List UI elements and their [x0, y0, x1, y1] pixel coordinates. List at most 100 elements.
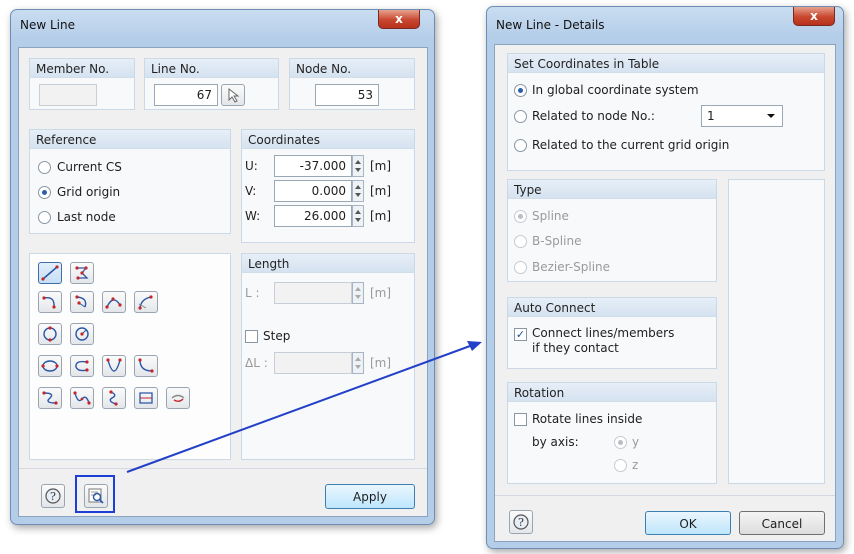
arc-center-button[interactable]	[70, 291, 94, 313]
details-footer-divider	[495, 495, 835, 496]
coord-u-field[interactable]: -37.000	[274, 155, 352, 177]
radio-axis-y-label: y	[632, 435, 640, 449]
coord-w-field[interactable]: 26.000	[274, 205, 352, 227]
delta-l-field[interactable]	[274, 352, 352, 374]
cut-line-button[interactable]	[166, 387, 190, 409]
close-button[interactable]: x	[378, 10, 420, 29]
coord-u-label: U:	[245, 159, 258, 173]
rotate-lines-checkbox[interactable]	[514, 413, 527, 426]
details-dialog: New Line - Details x Set Coordinates in …	[486, 6, 844, 549]
elliptical-arc-icon	[75, 360, 89, 372]
nurbs-icon	[109, 390, 118, 406]
arc-tangent-button[interactable]	[134, 291, 158, 313]
connect-lines-label-1: Connect lines/members	[532, 326, 675, 340]
coord-u-spinner[interactable]	[352, 155, 364, 177]
radio-spline[interactable]	[514, 210, 527, 223]
help-icon: ?	[45, 488, 61, 504]
type-group: Type Spline B-Spline Bezier-Spline	[507, 179, 717, 282]
radio-b-spline[interactable]	[514, 235, 527, 248]
coordinates-group: Coordinates U: -37.000 [m] V: 0.000 [m] …	[241, 129, 415, 243]
radio-current-cs[interactable]	[38, 161, 51, 174]
preview-panel	[728, 179, 825, 484]
line-no-field[interactable]: 67	[154, 84, 218, 106]
footer-divider	[19, 468, 427, 469]
nurbs-button[interactable]	[102, 387, 126, 409]
reference-group: Reference Current CS Grid origin Last no…	[29, 129, 231, 234]
cancel-button[interactable]: Cancel	[739, 511, 825, 535]
chevron-down-icon	[767, 114, 775, 118]
radio-current-cs-label: Current CS	[57, 160, 122, 174]
new-line-dialog: New Line x Member No. Line No. 67 Node N…	[10, 9, 435, 525]
circle-icon	[43, 326, 57, 342]
node-no-dropdown[interactable]: 1	[701, 105, 783, 127]
member-no-field[interactable]	[39, 84, 97, 106]
set-coordinates-label: Set Coordinates in Table	[508, 54, 824, 73]
radio-axis-y[interactable]	[614, 436, 627, 449]
circle-button[interactable]	[38, 323, 62, 345]
polygon-button[interactable]	[70, 262, 94, 284]
radio-last-node[interactable]	[38, 211, 51, 224]
dialog-client-area: Member No. Line No. 67 Node No. 53 Refer…	[18, 47, 428, 517]
delta-l-spinner[interactable]	[352, 352, 364, 374]
elliptical-arc-button[interactable]	[70, 355, 94, 377]
radio-grid-origin-current-label: Related to the current grid origin	[532, 138, 730, 152]
node-no-group: Node No. 53	[289, 58, 415, 110]
parabola-button[interactable]	[102, 355, 126, 377]
arc-three-point-button[interactable]	[102, 291, 126, 313]
dialog-title: New Line	[20, 18, 75, 32]
radio-axis-z[interactable]	[614, 459, 627, 472]
step-checkbox[interactable]	[245, 330, 258, 343]
ellipse-button[interactable]	[38, 355, 62, 377]
radio-grid-origin[interactable]	[38, 186, 51, 199]
length-l-field[interactable]	[274, 282, 352, 304]
arc-button[interactable]	[38, 291, 62, 313]
details-help-button[interactable]: ?	[509, 510, 533, 534]
ellipse-icon	[41, 360, 59, 372]
details-close-button[interactable]: x	[793, 7, 835, 26]
polyline-button[interactable]	[38, 262, 62, 284]
rotate-lines-label: Rotate lines inside	[532, 412, 643, 426]
arc-icon	[42, 296, 56, 309]
node-no-dropdown-value: 1	[707, 109, 715, 123]
length-l-spinner[interactable]	[352, 282, 364, 304]
coord-w-unit: [m]	[370, 209, 392, 223]
pick-line-button[interactable]	[221, 84, 245, 106]
coord-v-label: V:	[245, 184, 257, 198]
ok-button[interactable]: OK	[645, 511, 731, 535]
connect-lines-label-2: if they contact	[532, 341, 619, 355]
spline-button[interactable]	[38, 387, 62, 409]
length-l-unit: [m]	[370, 286, 392, 300]
svg-text:?: ?	[518, 516, 524, 529]
delta-l-label: ΔL :	[245, 356, 268, 370]
rotation-group: Rotation Rotate lines inside by axis: y …	[507, 382, 717, 484]
rotation-label: Rotation	[508, 383, 716, 402]
line-no-label: Line No.	[145, 59, 278, 78]
radio-grid-origin-label: Grid origin	[57, 185, 121, 199]
help-button[interactable]: ?	[41, 484, 65, 508]
help-icon: ?	[513, 514, 529, 530]
coord-v-field[interactable]: 0.000	[274, 180, 352, 202]
radio-bezier-spline[interactable]	[514, 261, 527, 274]
b-spline-button[interactable]	[70, 387, 94, 409]
line-type-palette	[29, 253, 231, 460]
bezier-button[interactable]	[134, 387, 158, 409]
coord-v-spinner[interactable]	[352, 180, 364, 202]
circle-center-button[interactable]	[70, 323, 94, 345]
bezier-icon	[139, 392, 153, 404]
coord-v-unit: [m]	[370, 184, 392, 198]
circle-center-icon	[75, 327, 89, 341]
hyperbola-button[interactable]	[134, 355, 158, 377]
radio-last-node-label: Last node	[57, 210, 116, 224]
details-client-area: Set Coordinates in Table In global coord…	[494, 44, 836, 542]
apply-button[interactable]: Apply	[325, 484, 415, 509]
svg-text:?: ?	[50, 490, 56, 503]
node-no-field[interactable]: 53	[315, 84, 379, 106]
radio-global-cs[interactable]	[514, 84, 527, 97]
coord-w-spinner[interactable]	[352, 205, 364, 227]
radio-related-node[interactable]	[514, 110, 527, 123]
radio-bezier-spline-label: Bezier-Spline	[532, 260, 611, 274]
radio-related-node-label: Related to node No.:	[532, 109, 655, 123]
radio-grid-origin-current[interactable]	[514, 139, 527, 152]
member-no-group: Member No.	[29, 58, 135, 110]
connect-lines-checkbox[interactable]: ✓	[514, 328, 527, 341]
